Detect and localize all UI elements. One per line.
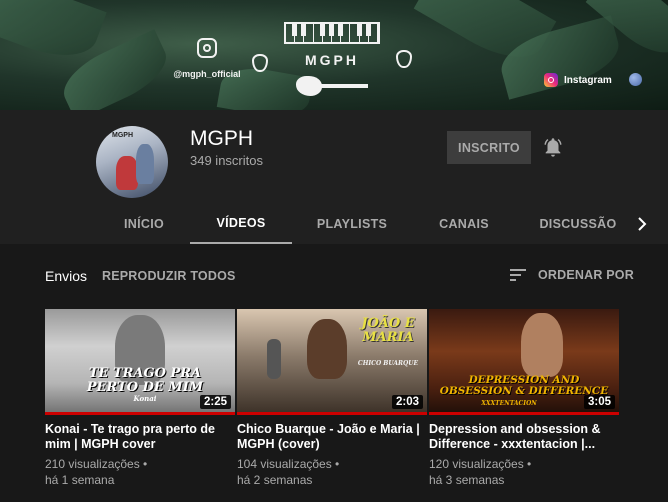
channel-banner: @mgph_official MGPH Instagram: [0, 0, 668, 110]
tab-discussao[interactable]: DISCUSSÃO: [530, 204, 626, 244]
watch-progress-bar: [45, 412, 235, 415]
instagram-handle: @mgph_official: [173, 69, 241, 79]
video-card[interactable]: TE TRAGO PRA PERTO DE MIM Konai 2:25 Kon…: [45, 309, 235, 488]
channel-header: MGPH MGPH 349 inscritos INSCRITO INÍCIO …: [0, 110, 668, 244]
subscribed-button[interactable]: INSCRITO: [447, 131, 531, 164]
video-thumbnail[interactable]: JOÃO E MARIA CHICO BUARQUE 2:03: [237, 309, 427, 415]
avatar[interactable]: MGPH: [96, 126, 168, 198]
thumbnail-figure: [307, 319, 347, 379]
instagram-color-icon: [544, 73, 558, 87]
guitar-pick-icon: [396, 50, 412, 68]
video-age: há 2 semanas: [237, 473, 313, 487]
microphone-icon: [267, 339, 281, 379]
video-views: 120 visualizações •: [429, 457, 532, 471]
banner-brand-text: MGPH: [305, 52, 359, 68]
guitar-icon: [292, 74, 372, 98]
instagram-link-label: Instagram: [564, 74, 612, 86]
watch-progress-bar: [429, 412, 619, 415]
chevron-right-icon[interactable]: [634, 215, 650, 233]
thumbnail-text: JOÃO E MARIA: [361, 316, 415, 345]
avatar-figure: [116, 156, 138, 190]
tab-playlists[interactable]: PLAYLISTS: [304, 204, 400, 244]
video-title[interactable]: Konai - Te trago pra perto de mim | MGPH…: [45, 422, 235, 452]
globe-icon[interactable]: [629, 73, 642, 86]
banner-instagram-logo: @mgph_official: [172, 38, 242, 82]
video-age: há 1 semana: [45, 473, 115, 487]
video-thumbnail[interactable]: TE TRAGO PRA PERTO DE MIM Konai 2:25: [45, 309, 235, 415]
video-title[interactable]: Depression and obsession & Difference - …: [429, 422, 619, 452]
channel-tabs: INÍCIO VÍDEOS PLAYLISTS CANAIS DISCUSSÃO: [0, 204, 668, 244]
play-all-button[interactable]: REPRODUZIR TODOS: [102, 269, 236, 283]
instagram-icon: [197, 38, 217, 58]
section-title: Envios: [45, 268, 88, 284]
video-title[interactable]: Chico Buarque - João e Maria | MGPH (cov…: [237, 422, 427, 452]
subscriber-count: 349 inscritos: [190, 153, 263, 168]
banner-brand-logo: MGPH: [284, 22, 380, 98]
avatar-label: MGPH: [112, 132, 133, 139]
sort-icon: [510, 269, 526, 281]
instagram-link[interactable]: Instagram: [544, 70, 612, 90]
thumbnail-subtext: Konai: [133, 394, 157, 403]
video-card[interactable]: JOÃO E MARIA CHICO BUARQUE 2:03 Chico Bu…: [237, 309, 427, 488]
notification-bell-icon[interactable]: [542, 136, 564, 158]
thumbnail-text: DEPRESSION AND OBSESSION & DIFFERENCE: [439, 374, 609, 398]
video-duration: 3:05: [583, 395, 615, 409]
video-duration: 2:25: [199, 395, 231, 409]
tab-inicio[interactable]: INÍCIO: [108, 204, 180, 244]
video-views: 104 visualizações •: [237, 457, 340, 471]
avatar-figure: [136, 144, 154, 184]
video-card[interactable]: DEPRESSION AND OBSESSION & DIFFERENCE XX…: [429, 309, 619, 488]
sort-button[interactable]: ORDENAR POR: [510, 268, 634, 282]
thumbnail-text: TE TRAGO PRA PERTO DE MIM: [86, 366, 204, 395]
video-thumbnail[interactable]: DEPRESSION AND OBSESSION & DIFFERENCE XX…: [429, 309, 619, 415]
channel-name: MGPH: [190, 127, 253, 150]
thumbnail-subtext: CHICO BUARQUE: [357, 360, 419, 367]
sort-label: ORDENAR POR: [538, 268, 634, 282]
watch-progress-bar: [237, 412, 427, 415]
tab-videos[interactable]: VÍDEOS: [190, 204, 292, 244]
thumbnail-figure: [521, 313, 563, 377]
video-views: 210 visualizações •: [45, 457, 148, 471]
video-age: há 3 semanas: [429, 473, 505, 487]
tab-canais[interactable]: CANAIS: [424, 204, 504, 244]
thumbnail-subtext: XXXTENTACION: [481, 400, 537, 407]
piano-keys-icon: [284, 22, 380, 44]
video-duration: 2:03: [391, 395, 423, 409]
